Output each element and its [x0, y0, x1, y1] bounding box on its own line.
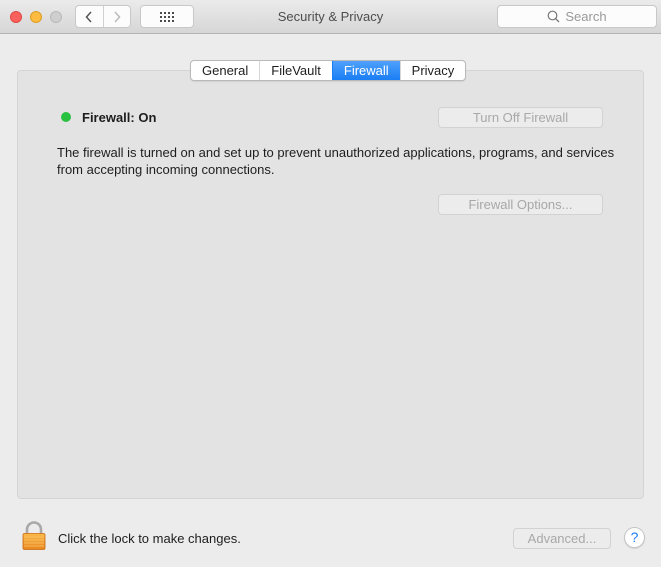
turn-off-firewall-button[interactable]: Turn Off Firewall: [438, 107, 603, 128]
lock-instructions: Click the lock to make changes.: [58, 531, 241, 546]
title-bar: Security & Privacy Search: [0, 0, 661, 34]
tab-firewall[interactable]: Firewall: [331, 61, 400, 80]
lock-icon: [22, 521, 46, 550]
firewall-status-label: Firewall: On: [82, 110, 157, 125]
firewall-options-button[interactable]: Firewall Options...: [438, 194, 603, 215]
search-field[interactable]: Search: [497, 5, 657, 28]
advanced-button[interactable]: Advanced...: [513, 528, 611, 549]
search-placeholder: Search: [565, 9, 607, 24]
tab-bar: General FileVault Firewall Privacy: [190, 60, 467, 81]
tab-filevault[interactable]: FileVault: [259, 61, 332, 80]
tab-privacy[interactable]: Privacy: [399, 61, 466, 80]
help-button[interactable]: ?: [624, 527, 645, 548]
firewall-description: The firewall is turned on and set up to …: [57, 145, 615, 177]
lock-button[interactable]: [21, 521, 47, 556]
firewall-panel: [17, 70, 644, 499]
search-icon: [547, 10, 560, 23]
tab-general[interactable]: General: [191, 61, 259, 80]
status-indicator-icon: [61, 112, 71, 122]
